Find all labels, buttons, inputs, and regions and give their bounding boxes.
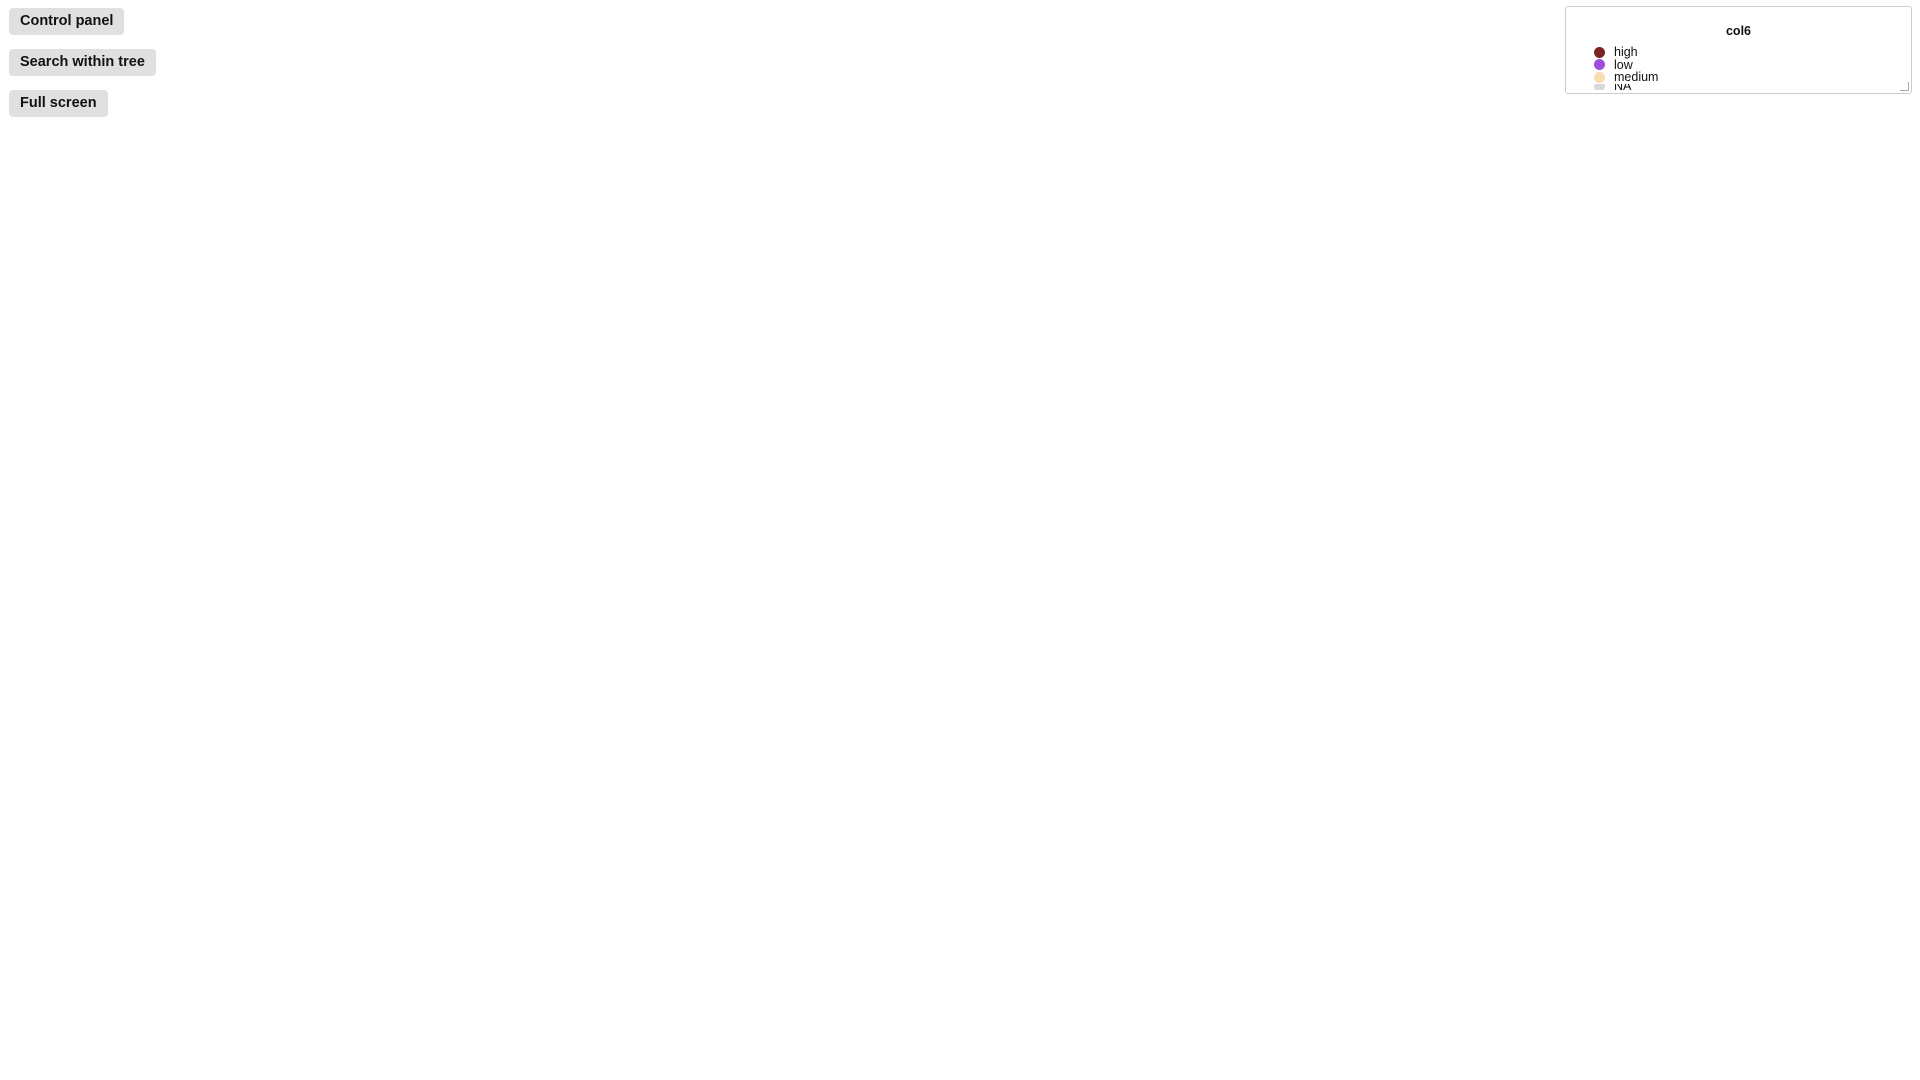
tree-heatmap-plot xyxy=(0,0,1920,1080)
plot-canvas xyxy=(0,0,1920,1080)
